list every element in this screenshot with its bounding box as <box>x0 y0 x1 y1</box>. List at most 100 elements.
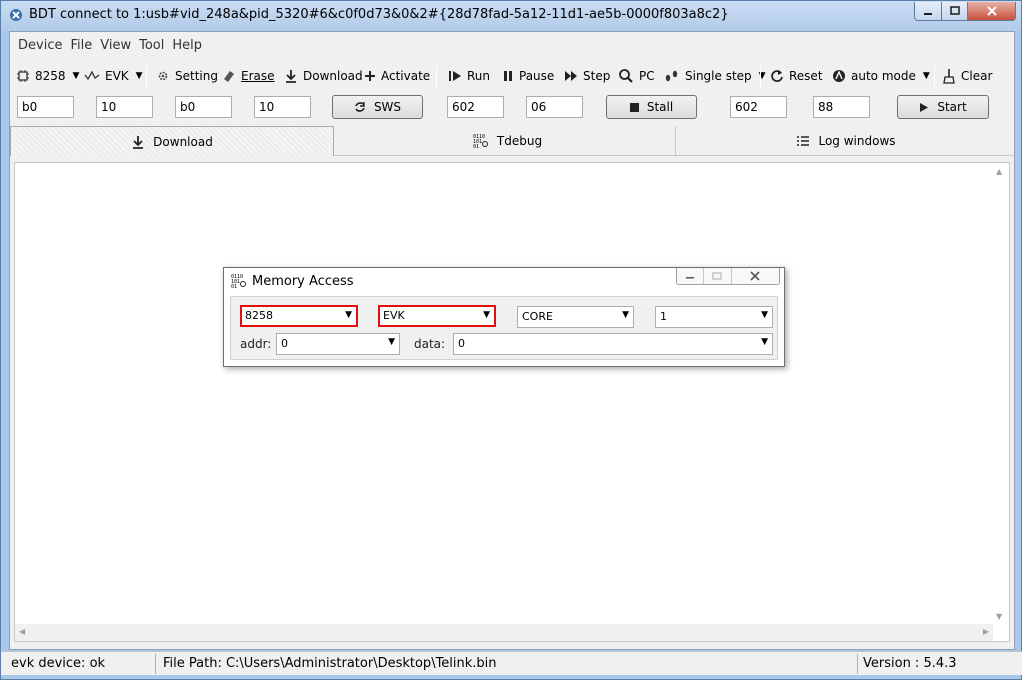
param-field-8[interactable]: 88 <box>813 96 870 118</box>
vertical-scrollbar[interactable]: ▲ ▼ <box>992 163 1009 625</box>
tab-download[interactable]: Download <box>10 126 334 156</box>
chip-select-value: 8258 <box>245 309 273 322</box>
param-field-2[interactable]: 10 <box>96 96 153 118</box>
broom-icon <box>943 69 955 84</box>
chip-icon <box>17 70 29 82</box>
download-button[interactable]: Download <box>284 66 363 86</box>
pc-button[interactable]: PC <box>618 66 655 86</box>
size-select-value: 1 <box>660 310 667 323</box>
chip-select[interactable]: 8258 ▼ <box>240 305 358 327</box>
chevron-down-icon: ▼ <box>135 71 143 81</box>
setting-button[interactable]: Setting <box>156 66 218 86</box>
run-button[interactable]: Run <box>448 66 490 86</box>
step-button[interactable]: Step <box>564 66 610 86</box>
start-label: Start <box>937 100 967 114</box>
binary-search-icon: 011010101 <box>473 134 488 149</box>
run-label: Run <box>467 69 491 83</box>
sws-button[interactable]: SWS <box>332 95 423 119</box>
main-window: BDT connect to 1:usb#vid_248a&pid_5320#6… <box>0 0 1022 680</box>
addr-value: 0 <box>281 337 288 350</box>
gear-icon <box>158 71 168 81</box>
menu-device[interactable]: Device <box>14 38 66 53</box>
window-title: BDT connect to 1:usb#vid_248a&pid_5320#6… <box>29 7 729 22</box>
single-step-dropdown[interactable]: Single step ▼ <box>664 66 766 86</box>
title-bar[interactable]: BDT connect to 1:usb#vid_248a&pid_5320#6… <box>1 1 1021 31</box>
minimize-icon <box>924 13 932 15</box>
size-select[interactable]: 1 ▼ <box>655 306 773 328</box>
toolbar-divider <box>760 65 761 89</box>
param-field-1[interactable]: b0 <box>17 96 74 118</box>
reset-button[interactable]: Reset <box>770 66 823 86</box>
dialog-minimize-button[interactable] <box>677 268 705 284</box>
menu-view[interactable]: View <box>96 38 135 53</box>
refresh-icon <box>771 70 783 82</box>
minimize-icon <box>686 277 695 279</box>
region-select-value: CORE <box>522 310 553 323</box>
wave-icon <box>84 70 100 81</box>
close-icon <box>986 6 997 16</box>
maximize-button[interactable] <box>941 2 968 21</box>
version-label: Version : 5.4.3 <box>863 656 957 671</box>
chevron-down-icon: ▼ <box>72 71 80 81</box>
setting-label: Setting <box>175 69 218 83</box>
close-button[interactable] <box>967 2 1016 21</box>
footsteps-icon <box>665 70 678 82</box>
data-input[interactable]: 0 ▼ <box>453 333 773 355</box>
scroll-left-icon[interactable]: ◀ <box>19 627 25 636</box>
toolbar-divider <box>934 65 935 89</box>
menu-bar: Device File View Tool Help <box>10 32 1014 58</box>
stall-label: Stall <box>646 100 674 114</box>
addr-input[interactable]: 0 ▼ <box>276 333 400 355</box>
scroll-down-icon[interactable]: ▼ <box>996 612 1002 621</box>
menu-file[interactable]: File <box>66 38 96 53</box>
region-select[interactable]: CORE ▼ <box>517 306 634 328</box>
search-icon <box>619 69 633 83</box>
chip-dropdown[interactable]: 8258 ▼ <box>16 66 79 86</box>
data-value: 0 <box>458 337 465 350</box>
param-field-5[interactable]: 602 <box>447 96 504 118</box>
chevron-down-icon: ▼ <box>922 71 930 81</box>
play-icon <box>920 102 929 112</box>
param-field-7[interactable]: 602 <box>730 96 787 118</box>
board-select-value: EVK <box>383 309 405 322</box>
scroll-up-icon[interactable]: ▲ <box>996 167 1002 176</box>
dialog-close-button[interactable] <box>732 268 779 284</box>
clear-button[interactable]: Clear <box>942 66 992 86</box>
param-field-6[interactable]: 06 <box>526 96 583 118</box>
step-label: Step <box>583 69 611 83</box>
auto-mode-dropdown[interactable]: auto mode ▼ <box>832 66 930 86</box>
tab-log-windows[interactable]: Log windows <box>676 126 1016 156</box>
tab-download-label: Download <box>153 134 213 149</box>
download-icon <box>286 70 296 83</box>
memory-access-dialog: 0110 101 01 Memory Access 8258 ▼ EVK ▼ COR… <box>223 267 785 367</box>
step-icon <box>565 71 577 81</box>
board-dropdown[interactable]: EVK ▼ <box>84 66 143 86</box>
param-field-3[interactable]: b0 <box>175 96 232 118</box>
board-select[interactable]: EVK ▼ <box>378 305 496 327</box>
horizontal-scrollbar[interactable]: ◀ ▶ <box>15 624 993 641</box>
reset-label: Reset <box>789 69 823 83</box>
pause-button[interactable]: Pause <box>502 66 554 86</box>
device-status: evk device: ok <box>11 656 106 671</box>
menu-tool[interactable]: Tool <box>135 38 168 53</box>
dialog-title-bar[interactable]: 0110 101 01 Memory Access <box>224 268 784 294</box>
file-path: File Path: C:\Users\Administrator\Deskto… <box>163 656 497 671</box>
scroll-right-icon[interactable]: ▶ <box>983 627 989 636</box>
tab-tdebug[interactable]: 0110 101 01 Tdebug <box>340 126 676 156</box>
start-button[interactable]: Start <box>897 95 989 119</box>
stall-button[interactable]: Stall <box>606 95 697 119</box>
menu-help[interactable]: Help <box>168 38 206 53</box>
param-field-4[interactable]: 10 <box>254 96 311 118</box>
single-step-label: Single step <box>685 69 752 83</box>
activate-button[interactable]: Activate <box>364 66 430 86</box>
maximize-icon <box>949 6 960 15</box>
activate-label: Activate <box>381 69 431 83</box>
erase-button[interactable]: Erase <box>222 66 275 86</box>
minimize-button[interactable] <box>914 2 942 21</box>
auto-mode-icon <box>833 70 845 82</box>
sws-label: SWS <box>373 100 402 114</box>
dialog-maximize-button[interactable] <box>704 268 732 284</box>
download-label: Download <box>303 69 363 83</box>
chip-label: 8258 <box>35 69 66 83</box>
toolbar: 8258 ▼ EVK ▼ Setting Erase Download Acti… <box>10 62 1014 90</box>
